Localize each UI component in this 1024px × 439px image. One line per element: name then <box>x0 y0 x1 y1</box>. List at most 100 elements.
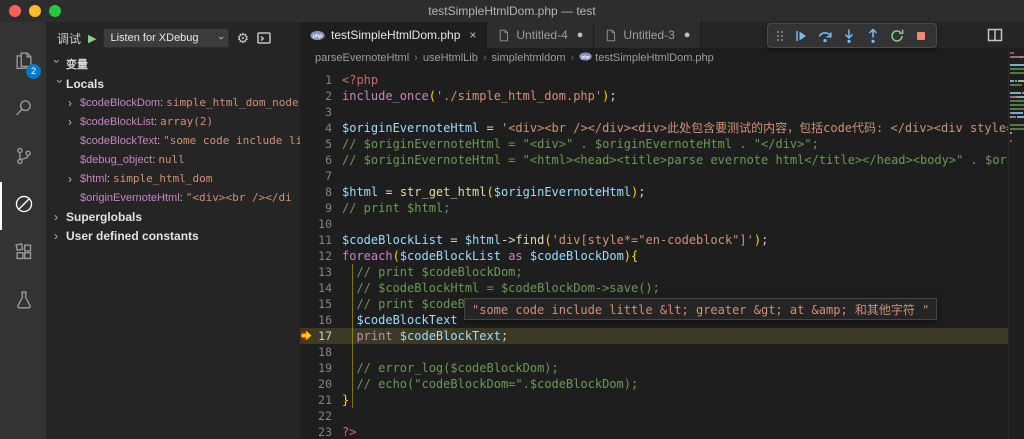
tab-untitled-4[interactable]: Untitled-4 ● <box>487 22 595 48</box>
code-line[interactable]: 2 include_once('./simple_html_dom.php'); <box>300 88 1008 104</box>
gear-icon[interactable]: ⚙ <box>236 31 249 45</box>
tab-untitled-3[interactable]: Untitled-3 ● <box>594 22 702 48</box>
debug-console-icon[interactable] <box>256 30 272 46</box>
php-icon: php <box>310 28 325 43</box>
variables-tree: › Locals › $codeBlockDom: simple_html_dom_n… <box>46 74 300 245</box>
code-line[interactable]: 21} <box>300 392 1008 408</box>
search-icon <box>13 97 35 124</box>
stop-button[interactable] <box>909 25 932 47</box>
breakpoint-margin[interactable] <box>300 104 312 120</box>
breakpoint-margin[interactable] <box>300 168 312 184</box>
breadcrumb-item[interactable]: php testSimpleHtmlDom.php <box>579 50 714 66</box>
breakpoint-margin[interactable] <box>300 344 312 360</box>
restart-button[interactable] <box>885 25 908 47</box>
close-window-button[interactable] <box>9 5 21 17</box>
activity-item-extensions[interactable] <box>0 230 46 278</box>
step-into-button[interactable] <box>837 25 860 47</box>
code-line[interactable]: 7 <box>300 168 1008 184</box>
tab-testsimplehtmldom-php[interactable]: php testSimpleHtmlDom.php × <box>300 22 488 48</box>
activity-item-run-and-debug[interactable] <box>0 182 46 230</box>
minimap[interactable] <box>1008 48 1024 439</box>
code-line[interactable]: 8 $html = str_get_html($originEvernoteHtm… <box>300 184 1008 200</box>
activity-item-explorer[interactable]: 2 <box>0 38 46 86</box>
debug-config-dropdown[interactable]: Listen for XDebug › <box>103 28 230 48</box>
start-debugging-button[interactable]: ▶ <box>88 32 96 45</box>
code-line[interactable]: 10 <box>300 216 1008 232</box>
breakpoint-margin[interactable] <box>300 296 312 312</box>
step-out-button[interactable] <box>861 25 884 47</box>
breadcrumb-item[interactable]: useHtmlLib <box>423 52 478 64</box>
breakpoint-margin[interactable] <box>300 88 312 104</box>
scope-locals[interactable]: › Locals <box>46 74 300 93</box>
scope-superglobals[interactable]: › Superglobals <box>46 207 300 226</box>
minimap-line <box>1010 72 1024 75</box>
code-line[interactable]: 11 $codeBlockList = $html->find('div[styl… <box>300 232 1008 248</box>
code-line[interactable]: 3 <box>300 104 1008 120</box>
close-icon[interactable]: × <box>469 28 476 42</box>
code-line[interactable]: 12 foreach($codeBlockList as $codeBlockDo… <box>300 248 1008 264</box>
drag-handle-icon[interactable] <box>772 28 788 44</box>
breadcrumb: parseEvernoteHtml › useHtmlLib › simplehtmld… <box>300 48 1008 68</box>
variables-section-header[interactable]: › 变量 <box>46 54 300 74</box>
variable-row[interactable]: ›$codeBlockText: "some code include li <box>46 131 300 150</box>
breakpoint-margin[interactable] <box>300 248 312 264</box>
variable-value: simple_html_dom <box>113 172 213 185</box>
breakpoint-margin[interactable] <box>300 312 312 328</box>
code-line[interactable]: 22 <box>300 408 1008 424</box>
variable-row[interactable]: › $codeBlockDom: simple_html_dom_node <box>46 93 300 112</box>
code-line[interactable]: 9 // print $html; <box>300 200 1008 216</box>
breakpoint-margin[interactable] <box>300 360 312 376</box>
breakpoint-margin[interactable] <box>300 184 312 200</box>
breakpoint-margin[interactable] <box>300 264 312 280</box>
code-line[interactable]: 13 // print $codeBlockDom; <box>300 264 1008 280</box>
minimap-line <box>1010 56 1024 59</box>
breakpoint-margin[interactable] <box>300 232 312 248</box>
breakpoint-margin[interactable] <box>300 280 312 296</box>
code-line[interactable]: 6 // $originEvernoteHtml = "<html><head><… <box>300 152 1008 168</box>
breakpoint-margin[interactable] <box>300 424 312 439</box>
continue-button[interactable] <box>789 25 812 47</box>
breakpoint-margin[interactable] <box>300 152 312 168</box>
code-line[interactable]: 5 // $originEvernoteHtml = "<div>" . $ori… <box>300 136 1008 152</box>
code-line[interactable]: 14 // $codeBlockHtml = $codeBlockDom->sa… <box>300 280 1008 296</box>
variable-row[interactable]: › $html: simple_html_dom <box>46 169 300 188</box>
variable-value: "<div><br /></di <box>185 191 292 204</box>
debug-toolbar <box>767 23 937 48</box>
code-line[interactable]: 20 // echo("codeBlockDom=".$codeBlockDom… <box>300 376 1008 392</box>
activity-item-testing[interactable] <box>0 278 46 326</box>
code-line[interactable]: 17 print $codeBlockText; <box>300 328 1008 344</box>
minimize-window-button[interactable] <box>29 5 41 17</box>
activity-item-source-control[interactable] <box>0 134 46 182</box>
breakpoint-margin[interactable] <box>300 328 312 344</box>
line-text: print $codeBlockText; <box>356 329 509 343</box>
code-line[interactable]: 4 $originEvernoteHtml = '<div><br /></div… <box>300 120 1008 136</box>
debug-icon <box>13 193 35 220</box>
code-line[interactable]: 19 // error_log($codeBlockDom); <box>300 360 1008 376</box>
step-over-button[interactable] <box>813 25 836 47</box>
code-line[interactable]: 18 <box>300 344 1008 360</box>
breakpoint-margin[interactable] <box>300 200 312 216</box>
scope-user-defined-constants[interactable]: › User defined constants <box>46 226 300 245</box>
breakpoint-margin[interactable] <box>300 408 312 424</box>
breadcrumb-item[interactable]: parseEvernoteHtml <box>315 52 409 64</box>
breakpoint-margin[interactable] <box>300 72 312 88</box>
variable-row[interactable]: ›$originEvernoteHtml: "<div><br /></di <box>46 188 300 207</box>
breakpoint-margin[interactable] <box>300 120 312 136</box>
file-icon <box>604 29 617 42</box>
breakpoint-margin[interactable] <box>300 376 312 392</box>
line-text: // $originEvernoteHtml = "<html><head><t… <box>342 153 1008 167</box>
variable-row[interactable]: › $codeBlockList: array(2) <box>46 112 300 131</box>
code-line[interactable]: 23 ?> <box>300 424 1008 439</box>
code-editor[interactable]: 1 <?php 2 include_once('./simple_html_dom.p… <box>300 68 1008 439</box>
activity-item-search[interactable] <box>0 86 46 134</box>
breakpoint-margin[interactable] <box>300 392 312 408</box>
breadcrumb-item[interactable]: simplehtmldom <box>492 52 566 64</box>
breakpoint-margin[interactable] <box>300 136 312 152</box>
split-editor-icon[interactable] <box>987 28 1003 47</box>
code-line[interactable]: 1 <?php <box>300 72 1008 88</box>
breakpoint-margin[interactable] <box>300 216 312 232</box>
line-number: 17 <box>318 329 332 343</box>
variable-row[interactable]: ›$debug_object: null <box>46 150 300 169</box>
maximize-window-button[interactable] <box>49 5 61 17</box>
minimap-line <box>1010 96 1024 99</box>
